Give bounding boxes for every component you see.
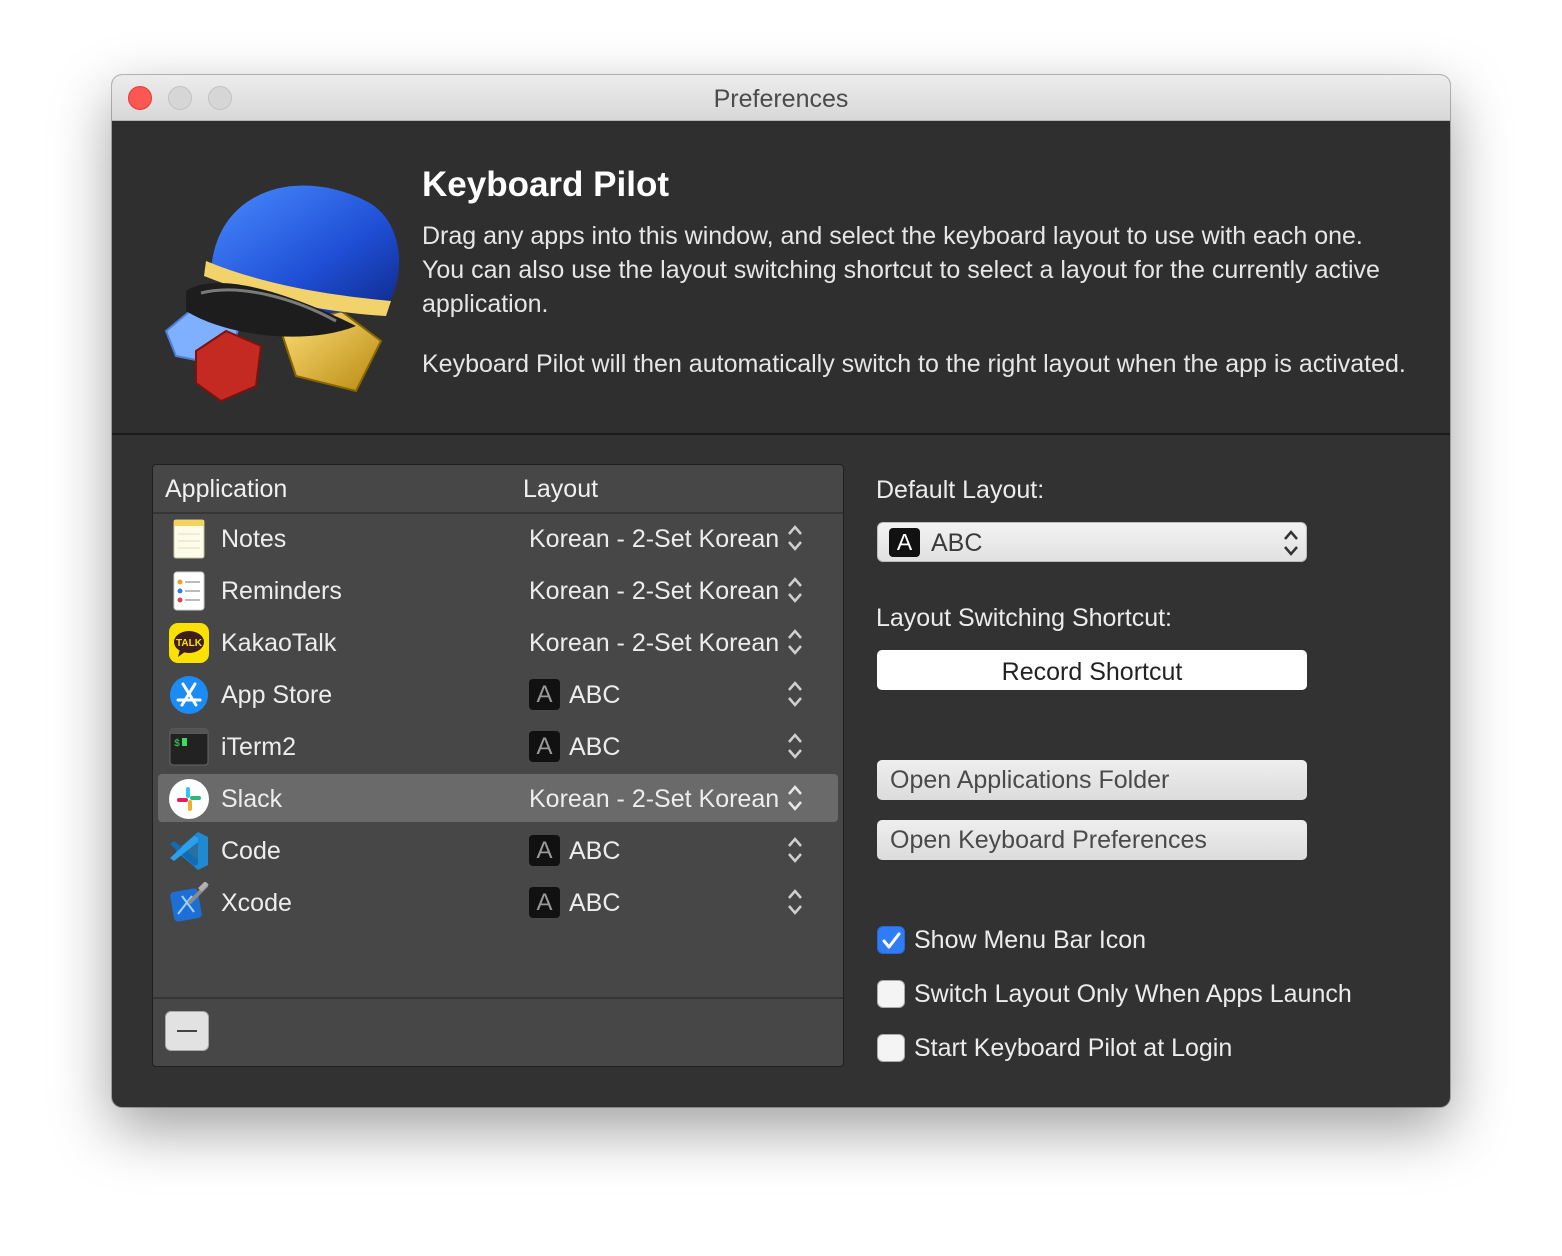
row-app-name: Slack — [221, 785, 283, 813]
chevron-up-down-icon — [1284, 530, 1298, 556]
description-paragraph-2: Keyboard Pilot will then automatically s… — [422, 350, 1406, 378]
iterm2-icon: $ — [169, 728, 209, 766]
open-keyboard-preferences-button[interactable]: Open Keyboard Preferences — [877, 820, 1307, 860]
reminders-icon — [173, 571, 205, 611]
chevron-up-down-icon[interactable] — [786, 522, 804, 554]
row-app-name: iTerm2 — [221, 733, 297, 761]
column-header-application[interactable]: Application — [165, 475, 287, 504]
column-header-layout[interactable]: Layout — [523, 475, 598, 504]
show-menu-bar-icon-checkbox[interactable] — [877, 926, 905, 954]
row-layout-value[interactable]: ABC — [569, 733, 620, 762]
chevron-up-down-icon[interactable] — [786, 574, 804, 606]
chevron-up-down-icon[interactable] — [786, 782, 804, 814]
chevron-up-down-icon[interactable] — [786, 834, 804, 866]
table-footer — [153, 997, 843, 1066]
default-layout-value: ABC — [931, 529, 983, 557]
title-bar[interactable]: Preferences — [112, 75, 1450, 121]
default-layout-label: Default Layout: — [876, 476, 1045, 504]
xcode-icon — [170, 882, 209, 922]
shortcut-label: Layout Switching Shortcut: — [876, 604, 1172, 632]
table-row[interactable]: Xcode A ABC — [158, 878, 838, 926]
open-applications-folder-button[interactable]: Open Applications Folder — [877, 760, 1307, 800]
abc-layout-badge-icon: A — [529, 887, 560, 918]
description-paragraph-1: Drag any apps into this window, and sele… — [422, 222, 1380, 318]
row-layout-value[interactable]: Korean - 2-Set Korean — [529, 629, 779, 658]
remove-app-button[interactable] — [165, 1011, 209, 1051]
row-layout-value[interactable]: ABC — [569, 889, 620, 918]
row-app-name: KakaoTalk — [221, 629, 337, 657]
row-layout-value[interactable]: Korean - 2-Set Korean — [529, 785, 779, 814]
show-menu-bar-icon-label[interactable]: Show Menu Bar Icon — [914, 926, 1146, 955]
kakaotalk-icon: TALK — [169, 623, 209, 663]
row-layout-value[interactable]: ABC — [569, 681, 620, 710]
table-row[interactable]: TALK KakaoTalk Korean - 2-Set Korean — [158, 618, 838, 666]
table-row[interactable]: Notes Korean - 2-Set Korean — [158, 514, 838, 562]
table-row[interactable]: Reminders Korean - 2-Set Korean — [158, 566, 838, 614]
svg-text:$: $ — [174, 738, 180, 750]
record-shortcut-button[interactable]: Record Shortcut — [877, 650, 1307, 690]
row-app-name: App Store — [221, 681, 333, 709]
row-layout-value[interactable]: Korean - 2-Set Korean — [529, 577, 779, 606]
keyboard-pilot-logo-icon — [164, 185, 400, 403]
switch-only-on-launch-label[interactable]: Switch Layout Only When Apps Launch — [914, 980, 1352, 1009]
row-layout-value[interactable]: ABC — [569, 837, 620, 866]
abc-layout-badge-icon: A — [529, 731, 560, 762]
default-layout-popup[interactable]: A ABC — [877, 522, 1307, 562]
svg-text:TALK: TALK — [176, 638, 203, 649]
table-row[interactable]: $ iTerm2 A ABC — [158, 722, 838, 770]
app-store-icon — [170, 676, 208, 714]
app-name-heading: Keyboard Pilot — [422, 165, 669, 204]
row-app-name: Notes — [221, 525, 287, 553]
record-shortcut-label: Record Shortcut — [1001, 658, 1183, 686]
chevron-up-down-icon[interactable] — [786, 886, 804, 918]
switch-only-on-launch-checkbox[interactable] — [877, 980, 905, 1008]
slack-icon — [169, 779, 209, 819]
table-header: Application Layout — [153, 465, 843, 514]
vscode-icon — [170, 832, 208, 870]
row-app-name: Xcode — [221, 889, 292, 917]
preferences-window: Preferences Keyboard Pilot Drag any apps… — [112, 75, 1450, 1107]
abc-layout-badge-icon: A — [889, 528, 920, 557]
open-applications-folder-label: Open Applications Folder — [890, 766, 1170, 794]
table-row[interactable]: Code A ABC — [158, 826, 838, 874]
row-layout-value[interactable]: Korean - 2-Set Korean — [529, 525, 779, 554]
start-at-login-label[interactable]: Start Keyboard Pilot at Login — [914, 1034, 1232, 1063]
abc-layout-badge-icon: A — [529, 835, 560, 866]
chevron-up-down-icon[interactable] — [786, 678, 804, 710]
start-at-login-checkbox[interactable] — [877, 1034, 905, 1062]
checkmark-icon — [882, 932, 901, 949]
row-app-name: Reminders — [221, 577, 342, 605]
chevron-up-down-icon[interactable] — [786, 626, 804, 658]
window-title: Preferences — [713, 85, 849, 113]
open-keyboard-preferences-label: Open Keyboard Preferences — [890, 826, 1207, 854]
row-app-name: Code — [221, 837, 281, 865]
table-row[interactable]: App Store A ABC — [158, 670, 838, 718]
header-panel: Keyboard Pilot Drag any apps into this w… — [112, 121, 1450, 435]
notes-icon — [173, 519, 205, 559]
abc-layout-badge-icon: A — [529, 679, 560, 710]
table-row-selected[interactable]: Slack Korean - 2-Set Korean — [158, 774, 838, 822]
app-layout-table[interactable]: Application Layout Notes Korean - 2-Set … — [152, 464, 844, 1067]
chevron-up-down-icon[interactable] — [786, 730, 804, 762]
